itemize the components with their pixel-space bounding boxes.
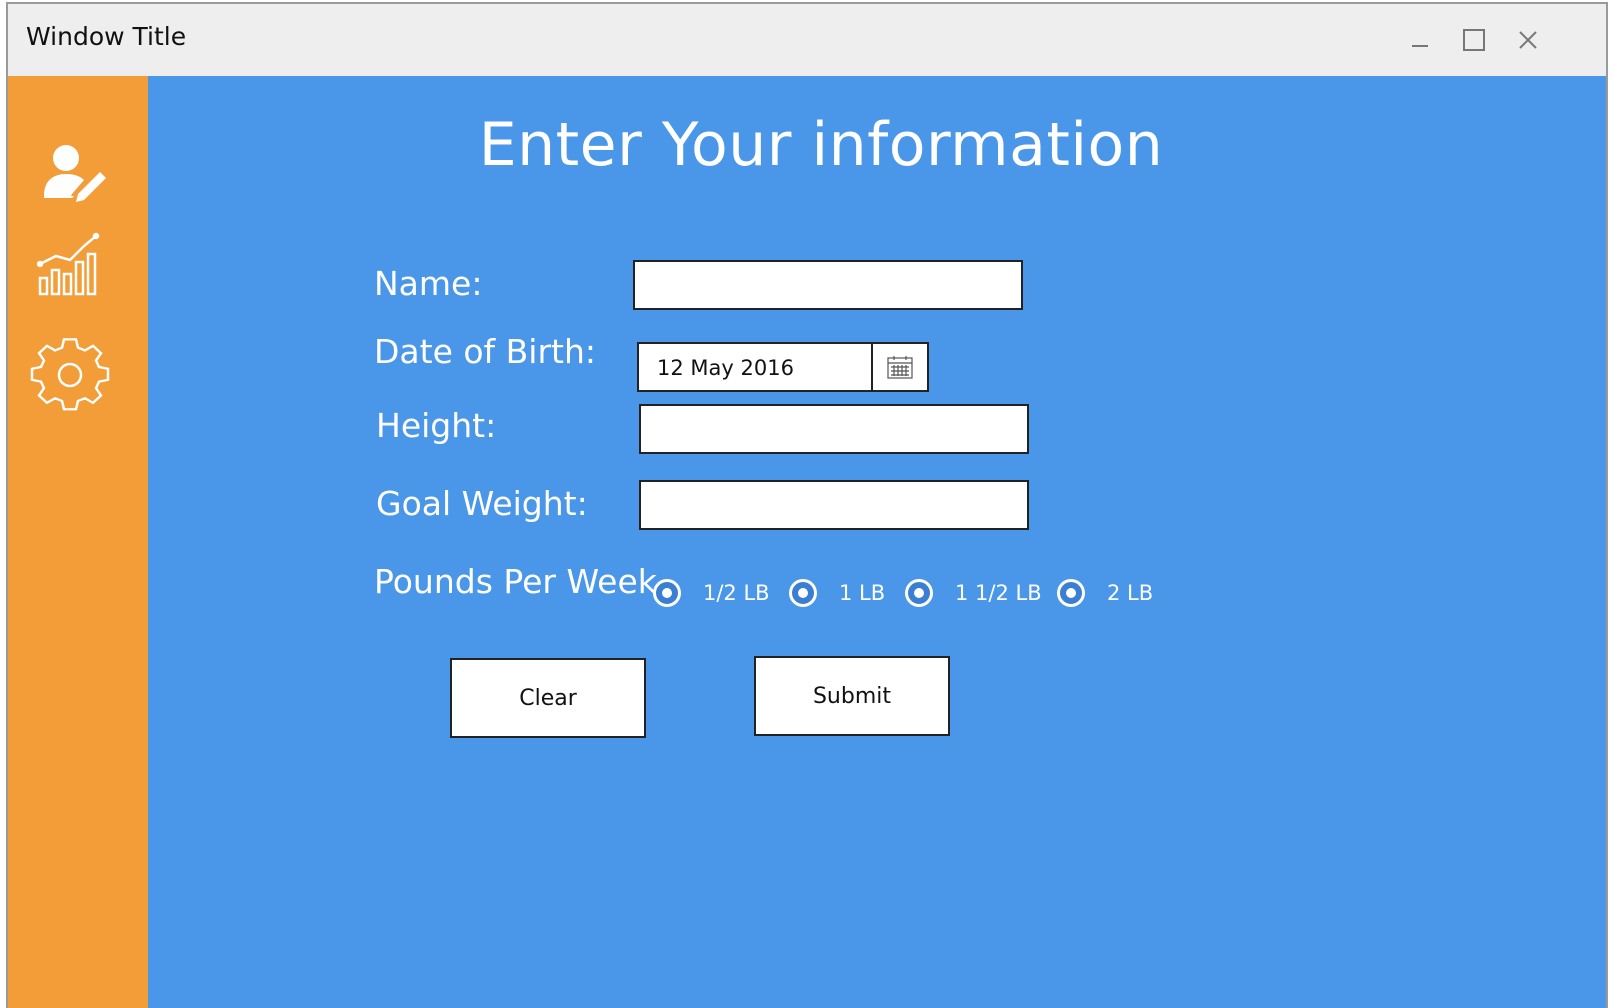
radio-label: 1 1/2 LB [955, 581, 1042, 605]
maximize-icon[interactable] [1456, 22, 1492, 58]
name-input[interactable] [633, 260, 1023, 310]
calendar-icon[interactable] [871, 344, 927, 390]
date-of-birth-picker[interactable]: 12 May 2016 [637, 342, 929, 392]
sidebar [8, 76, 148, 1008]
goal-weight-label: Goal Weight: [376, 484, 588, 523]
height-input[interactable] [639, 404, 1029, 454]
clear-button[interactable]: Clear [450, 658, 646, 738]
name-label: Name: [374, 264, 483, 303]
title-bar[interactable]: Window Title [8, 4, 1606, 76]
window-title: Window Title [26, 22, 187, 51]
date-of-birth-value[interactable]: 12 May 2016 [657, 356, 794, 380]
user-edit-icon[interactable] [30, 136, 110, 216]
height-label: Height: [376, 406, 497, 445]
goal-weight-input[interactable] [639, 480, 1029, 530]
radio-label: 1 LB [839, 581, 886, 605]
radio-label: 1/2 LB [703, 581, 770, 605]
radio-label: 2 LB [1107, 581, 1154, 605]
dob-label: Date of Birth: [374, 332, 597, 371]
chart-growth-icon[interactable] [30, 226, 110, 306]
app-window: Window Title Enter Your information Name… [6, 2, 1608, 1008]
main-panel: Enter Your information Name: Date of Bir… [148, 76, 1606, 1008]
close-icon[interactable] [1510, 22, 1546, 58]
page-title: Enter Your information [478, 110, 1164, 180]
radio-button[interactable] [1057, 579, 1085, 607]
minimize-icon[interactable] [1402, 22, 1438, 58]
submit-button[interactable]: Submit [754, 656, 950, 736]
radio-button[interactable] [905, 579, 933, 607]
gear-icon[interactable] [30, 338, 110, 418]
radio-button[interactable] [789, 579, 817, 607]
pounds-per-week-label: Pounds Per Week [374, 562, 657, 601]
radio-button[interactable] [653, 579, 681, 607]
